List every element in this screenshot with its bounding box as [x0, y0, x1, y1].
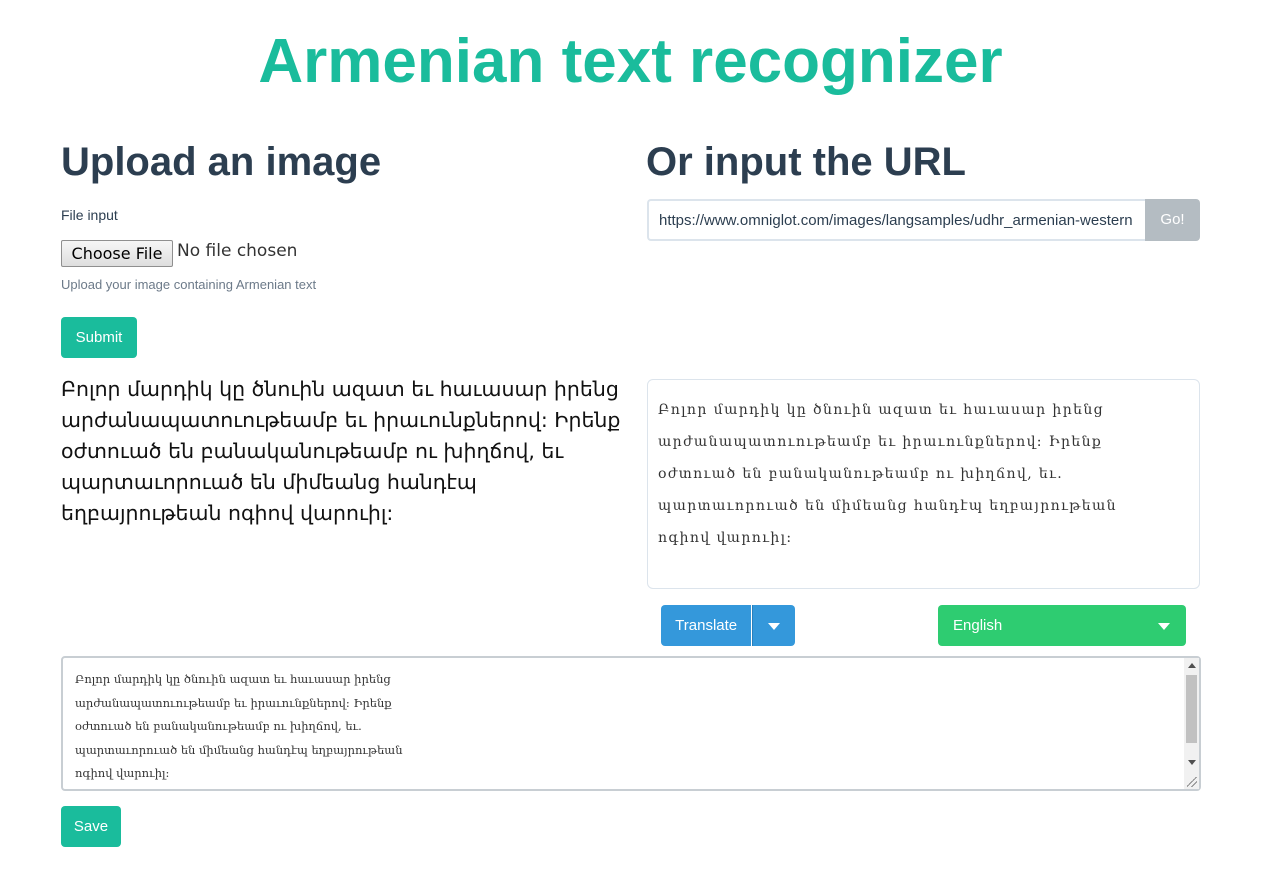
upload-heading: Upload an image	[61, 140, 382, 184]
image-text-line: օժտուած են բանականութեամբ ու խիղճով, եւ.	[658, 466, 1064, 482]
choose-file-button[interactable]: Choose File	[61, 240, 173, 267]
file-input-label: File input	[61, 207, 118, 223]
submit-button[interactable]: Submit	[61, 317, 137, 358]
recognized-text: Բոլոր մարդիկ կը ծնուին ազատ եւ հաւասար ի…	[61, 377, 621, 525]
image-text-line: ոգիով վարուիլ:	[658, 530, 793, 546]
output-text-line: Բոլոր մարդիկ կը ծնուին ազատ եւ հաւասար ի…	[75, 672, 391, 686]
source-image-preview: Բոլոր մարդիկ կը ծնուին ազատ եւ հաւասար ի…	[647, 379, 1200, 589]
scroll-down-arrow-icon[interactable]	[1188, 760, 1196, 765]
file-status-text: No file chosen	[177, 241, 298, 261]
output-text-line: օժտուած են բանականութեամբ ու խիղճով, եւ.	[75, 719, 362, 733]
page-title: Armenian text recognizer	[258, 27, 1003, 96]
upload-help-text: Upload your image containing Armenian te…	[61, 277, 317, 292]
scrollbar-thumb[interactable]	[1186, 675, 1197, 743]
save-button[interactable]: Save	[61, 806, 121, 847]
output-textarea[interactable]: Բոլոր մարդիկ կը ծնուին ազատ եւ հաւասար ի…	[61, 656, 1201, 791]
language-select[interactable]: English	[938, 605, 1186, 646]
resize-handle-icon[interactable]	[1187, 777, 1197, 787]
translate-button-group: Translate	[661, 605, 795, 646]
image-text-line: պարտաւորուած են միմեանց հանդէպ եղբայրութ…	[658, 498, 1117, 514]
scroll-up-arrow-icon[interactable]	[1188, 663, 1196, 668]
output-text-line: ոգիով վարուիլ:	[75, 766, 170, 780]
language-selected-value: English	[953, 617, 1003, 634]
translate-dropdown-toggle[interactable]	[752, 605, 795, 646]
output-text-line: արժանապատուութեամբ եւ իրաւունքներով: Իրե…	[75, 695, 392, 710]
url-heading: Or input the URL	[646, 140, 966, 184]
go-button[interactable]: Go!	[1145, 199, 1200, 241]
image-text-line: արժանապատուութեամբ եւ իրաւունքներով: Իրե…	[658, 434, 1103, 450]
caret-down-icon	[1158, 622, 1170, 630]
translate-button[interactable]: Translate	[661, 605, 752, 646]
url-input[interactable]	[647, 199, 1145, 241]
image-text-line: Բոլոր մարդիկ կը ծնուին ազատ եւ հաւասար ի…	[658, 402, 1105, 418]
output-text-line: պարտաւորուած են միմեանց հանդէպ եղբայրութ…	[75, 742, 403, 757]
output-scrollbar[interactable]	[1184, 658, 1199, 789]
caret-down-icon	[768, 622, 781, 630]
